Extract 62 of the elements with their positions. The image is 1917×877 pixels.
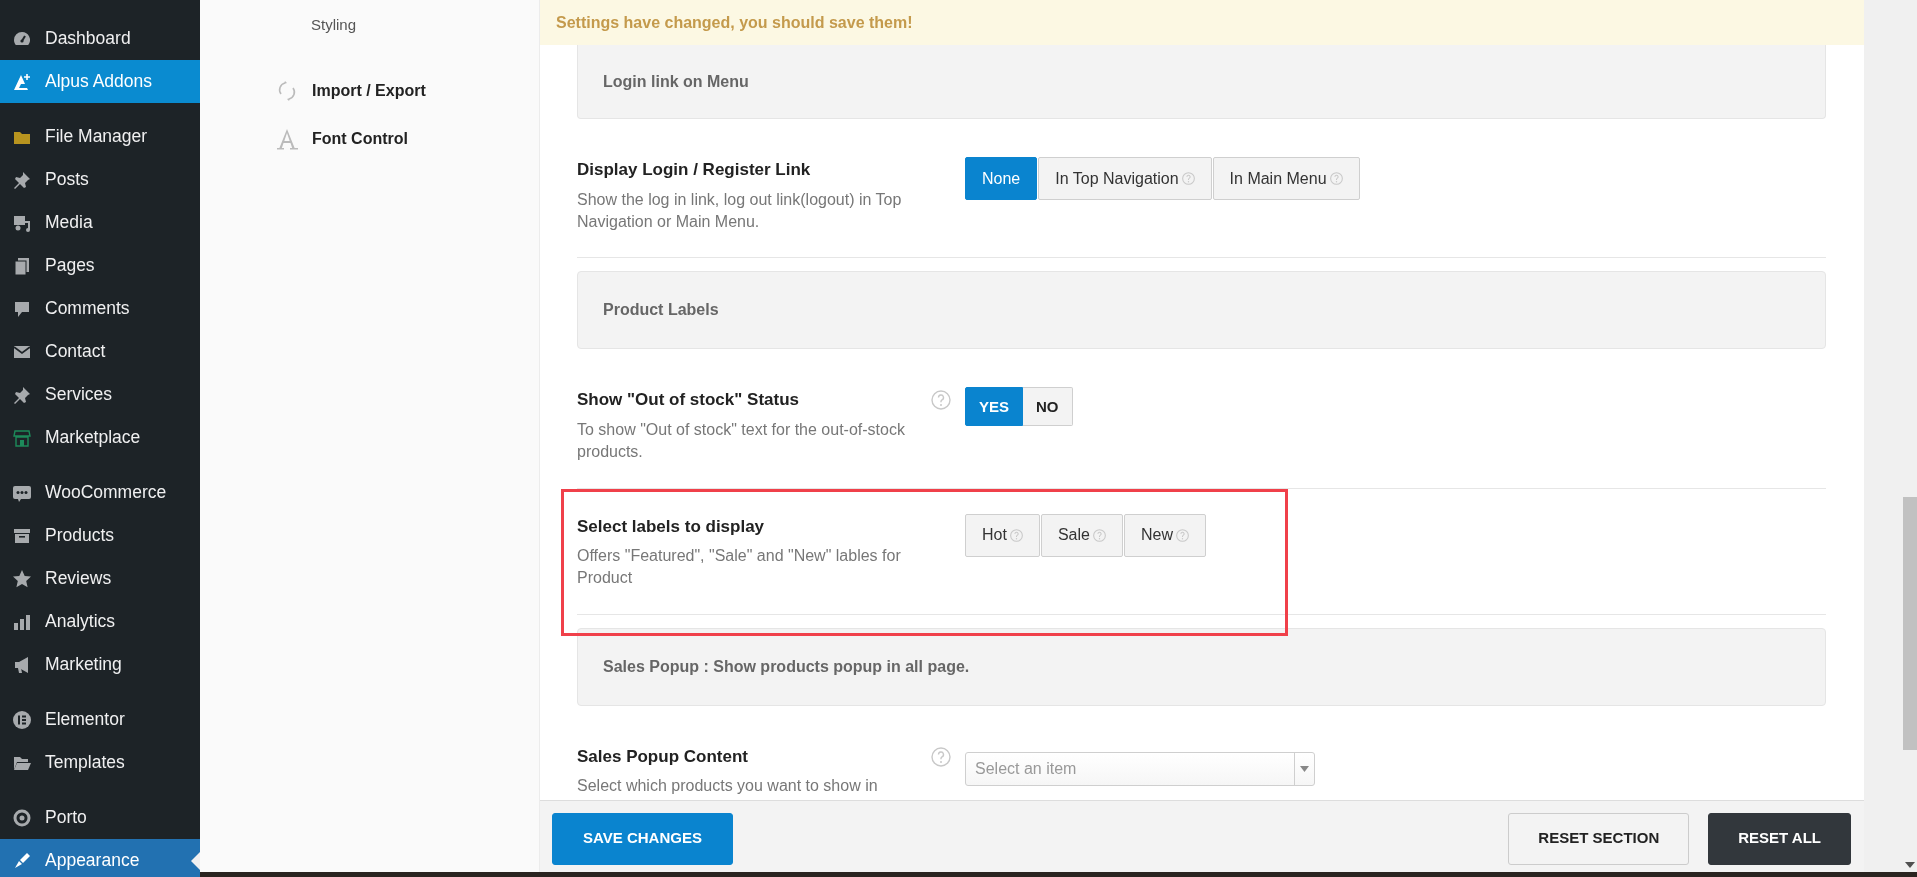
section-header: Login link on Menu	[577, 45, 1826, 119]
menu-item[interactable]: Contact	[0, 330, 200, 373]
footer-button[interactable]: SAVE CHANGES	[552, 812, 733, 865]
menu-item[interactable]: File Manager	[0, 115, 200, 158]
menu-item[interactable]: Appearance	[0, 839, 200, 877]
help-icon[interactable]	[931, 390, 951, 411]
help-icon[interactable]	[931, 746, 951, 767]
pin-icon	[12, 384, 32, 405]
option-button[interactable]: Hot	[965, 513, 1040, 557]
menu-item[interactable]: Marketplace	[0, 416, 200, 459]
menu-item[interactable]: Elementor	[0, 698, 200, 741]
star-icon	[12, 568, 32, 589]
menu-item[interactable]: Templates	[0, 741, 200, 784]
toggle-option[interactable]: NO	[1023, 387, 1073, 427]
menu-item[interactable]: Products	[0, 514, 200, 557]
pages-icon	[12, 255, 32, 276]
menu-item[interactable]: Pages	[0, 244, 200, 287]
select-field[interactable]: Select an item	[965, 751, 1315, 786]
section-header: Sales Popup : Show products popup in all page.	[577, 627, 1826, 706]
footer-button[interactable]: RESET ALL	[1708, 812, 1851, 865]
scrollbar-thumb[interactable]	[1903, 497, 1917, 750]
pin-icon	[12, 169, 32, 190]
logo-icon	[12, 71, 32, 92]
font-icon	[276, 127, 298, 150]
options-subitem[interactable]: Styling	[200, 10, 539, 41]
unsaved-notice: Settings have changed, you should save them!	[540, 0, 1864, 45]
field-description: Show the log in link, log out link(logout) in Top Navigation or Main Menu.	[577, 189, 903, 232]
option-button[interactable]: In Main Menu	[1212, 157, 1360, 200]
option-button[interactable]: Sale	[1040, 513, 1123, 557]
elementor-icon	[12, 709, 32, 730]
storefront-icon	[12, 427, 32, 448]
menu-item[interactable]: WooCommerce	[0, 471, 200, 514]
menu-item[interactable]: Porto	[0, 796, 200, 839]
caret-icon	[1300, 765, 1309, 772]
menu-item[interactable]: Dashboard	[0, 17, 200, 60]
field-title: Sales Popup Content	[577, 745, 749, 768]
menu-item[interactable]: Alpus Addons	[0, 60, 200, 103]
scroll-down-arrow-icon[interactable]	[1905, 862, 1915, 868]
option-button[interactable]: None	[965, 157, 1038, 200]
menu-item[interactable]: Comments	[0, 287, 200, 330]
field-description: To show "Out of stock" text for the out-of-stock products.	[577, 419, 906, 463]
field-description: Select which products you want to show in	[577, 776, 879, 797]
section-header: Product Labels	[577, 271, 1826, 350]
field-description: Offers "Featured", "Sale" and "New" lables for Product	[577, 546, 902, 589]
menu-item[interactable]: Marketing	[0, 643, 200, 686]
options-section-link[interactable]: Import / Export	[200, 66, 539, 115]
field-title: Select labels to display	[577, 515, 766, 538]
field-title: Display Login / Register Link	[577, 159, 812, 181]
menu-item[interactable]: Reviews	[0, 557, 200, 600]
option-button[interactable]: New	[1123, 513, 1206, 557]
ring-icon	[12, 807, 32, 828]
options-section-link[interactable]: Font Control	[200, 114, 539, 163]
toggle-option[interactable]: YES	[965, 387, 1023, 427]
menu-item[interactable]: Media	[0, 201, 200, 244]
paintbrush-icon	[12, 850, 32, 871]
footer-button[interactable]: RESET SECTION	[1508, 812, 1690, 865]
option-button[interactable]: In Top Navigation	[1038, 157, 1212, 200]
menu-item[interactable]: Posts	[0, 158, 200, 201]
menu-item[interactable]: Analytics	[0, 600, 200, 643]
refresh-icon	[276, 79, 298, 102]
menu-item[interactable]: Services	[0, 373, 200, 416]
field-title: Show "Out of stock" Status	[577, 389, 801, 412]
